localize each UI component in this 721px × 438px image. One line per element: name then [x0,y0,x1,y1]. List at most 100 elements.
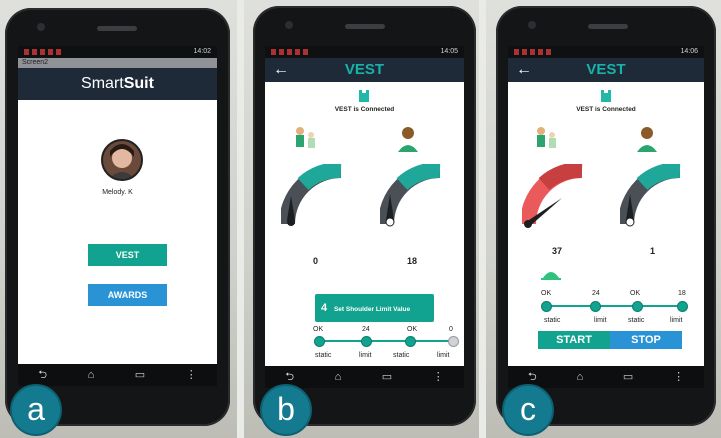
user-name: Melody. K [102,189,133,196]
brand-suffix: Suit [123,75,154,92]
alert-bell-icon [541,272,561,280]
screen-b: 14:05 ← VEST VEST is Connected 0 18 4 Se… [265,46,464,388]
connection-status: VEST is Connected [576,106,636,113]
recents-icon[interactable]: ▭ [382,371,392,383]
slider-label-bottom-3: static [628,317,645,324]
menu-icon[interactable]: ⋮ [186,369,197,381]
right-shoulder-gauge [620,164,681,227]
slider-label-top-1: OK [541,290,552,297]
status-time: 14:05 [440,48,458,55]
panel-label-c: c [502,384,554,436]
system-nav-bar: ⮌ ⌂ ▭ ⋮ [508,366,704,388]
front-camera [528,21,536,29]
panel-c: 14:06 ← VEST VEST is Connected 37 1 OK 2… [486,0,721,438]
right-gauge-value: 18 [407,256,418,266]
vest-device-icon [601,90,611,102]
slider-handle-2[interactable] [590,301,601,312]
vest-button[interactable]: VEST [88,244,167,266]
app-header: ← VEST [508,58,704,82]
slider-label-top-2: 24 [592,290,600,297]
posture-upright-icon [637,127,657,152]
notification-icons [514,49,554,55]
limit-number: 4 [321,302,328,314]
slider-label-bottom-2: limit [594,317,607,324]
slider-handle-1[interactable] [314,336,325,347]
menu-icon[interactable]: ⋮ [433,371,444,383]
limit-button-label: Set Shoulder Limit Value [333,306,411,313]
set-limit-button[interactable]: 4 Set Shoulder Limit Value [315,294,434,322]
earpiece-speaker [345,24,385,29]
panel-b: 14:05 ← VEST VEST is Connected 0 18 4 Se… [244,0,479,438]
app-header: ← VEST [265,58,464,82]
slider-label-bottom-4: limit [670,317,683,324]
left-shoulder-gauge [522,164,583,228]
home-icon[interactable]: ⌂ [576,371,583,383]
awards-button[interactable]: AWARDS [88,284,167,306]
slider-handle-2[interactable] [361,336,372,347]
front-camera [285,21,293,29]
menu-icon[interactable]: ⋮ [673,371,684,383]
slider-label-top-3: OK [630,290,641,297]
window-title: Screen2 [18,58,217,68]
page-title: VEST [344,61,385,78]
vest-device-icon [359,90,369,102]
posture-leaning-icon [296,127,315,148]
phone-b: 14:05 ← VEST VEST is Connected 0 18 4 Se… [253,6,476,426]
start-button[interactable]: START [538,331,610,349]
slider-label-bottom-3: static [393,352,410,359]
avatar[interactable] [101,139,143,181]
page-title: VEST [586,61,626,78]
brand-prefix: Smart [81,75,124,92]
slider-label-bottom-1: static [544,317,561,324]
panel-a: 14:02 Screen2 SmartSuit Melody. K VEST A… [0,0,237,438]
status-bar: 14:06 [508,46,704,58]
status-time: 14:02 [193,48,211,55]
panel-label-b: b [260,384,312,436]
earpiece-speaker [588,24,628,29]
slider-track[interactable] [317,340,457,342]
back-icon[interactable]: ⮌ [528,371,537,383]
screen-a: 14:02 Screen2 SmartSuit Melody. K VEST A… [18,46,217,386]
slider-label-top-1: OK [313,326,324,333]
phone-c: 14:06 ← VEST VEST is Connected 37 1 OK 2… [496,6,716,426]
home-icon[interactable]: ⌂ [335,371,342,383]
front-camera [37,23,45,31]
left-gauge-value: 37 [552,246,563,256]
back-arrow-icon[interactable]: ← [273,58,289,82]
notification-icons [24,49,64,55]
stop-button[interactable]: STOP [610,331,682,349]
phone-a: 14:02 Screen2 SmartSuit Melody. K VEST A… [5,8,230,426]
home-icon[interactable]: ⌂ [88,369,95,381]
slider-label-top-4: 0 [449,326,453,333]
status-bar: 14:05 [265,46,464,58]
status-bar: 14:02 [18,46,217,58]
right-gauge-value: 1 [650,246,656,256]
back-arrow-icon[interactable]: ← [516,58,532,82]
posture-upright-icon [398,127,418,152]
left-shoulder-gauge [281,164,342,226]
earpiece-speaker [97,26,137,31]
slider-handle-3[interactable] [405,336,416,347]
status-time: 14:06 [680,48,698,55]
slider-handle-3[interactable] [632,301,643,312]
connection-status: VEST is Connected [334,106,395,113]
recents-icon[interactable]: ▭ [135,369,145,381]
right-shoulder-gauge [380,164,441,227]
slider-label-top-2: 24 [362,326,370,333]
slider-handle-4[interactable] [677,301,688,312]
back-icon[interactable]: ⮌ [285,371,294,383]
slider-label-top-4: 18 [678,290,686,297]
back-icon[interactable]: ⮌ [38,369,47,381]
slider-handle-4[interactable] [448,336,459,347]
panel-label-a: a [10,384,62,436]
system-nav-bar: ⮌ ⌂ ▭ ⋮ [18,364,217,386]
slider-track[interactable] [544,305,682,307]
recents-icon[interactable]: ▭ [623,371,633,383]
slider-label-bottom-2: limit [359,352,372,359]
slider-handle-1[interactable] [541,301,552,312]
avatar-portrait-icon [103,141,141,179]
notification-icons [271,49,311,55]
slider-label-bottom-1: static [315,352,332,359]
screen-c: 14:06 ← VEST VEST is Connected 37 1 OK 2… [508,46,704,388]
slider-label-top-3: OK [407,326,418,333]
